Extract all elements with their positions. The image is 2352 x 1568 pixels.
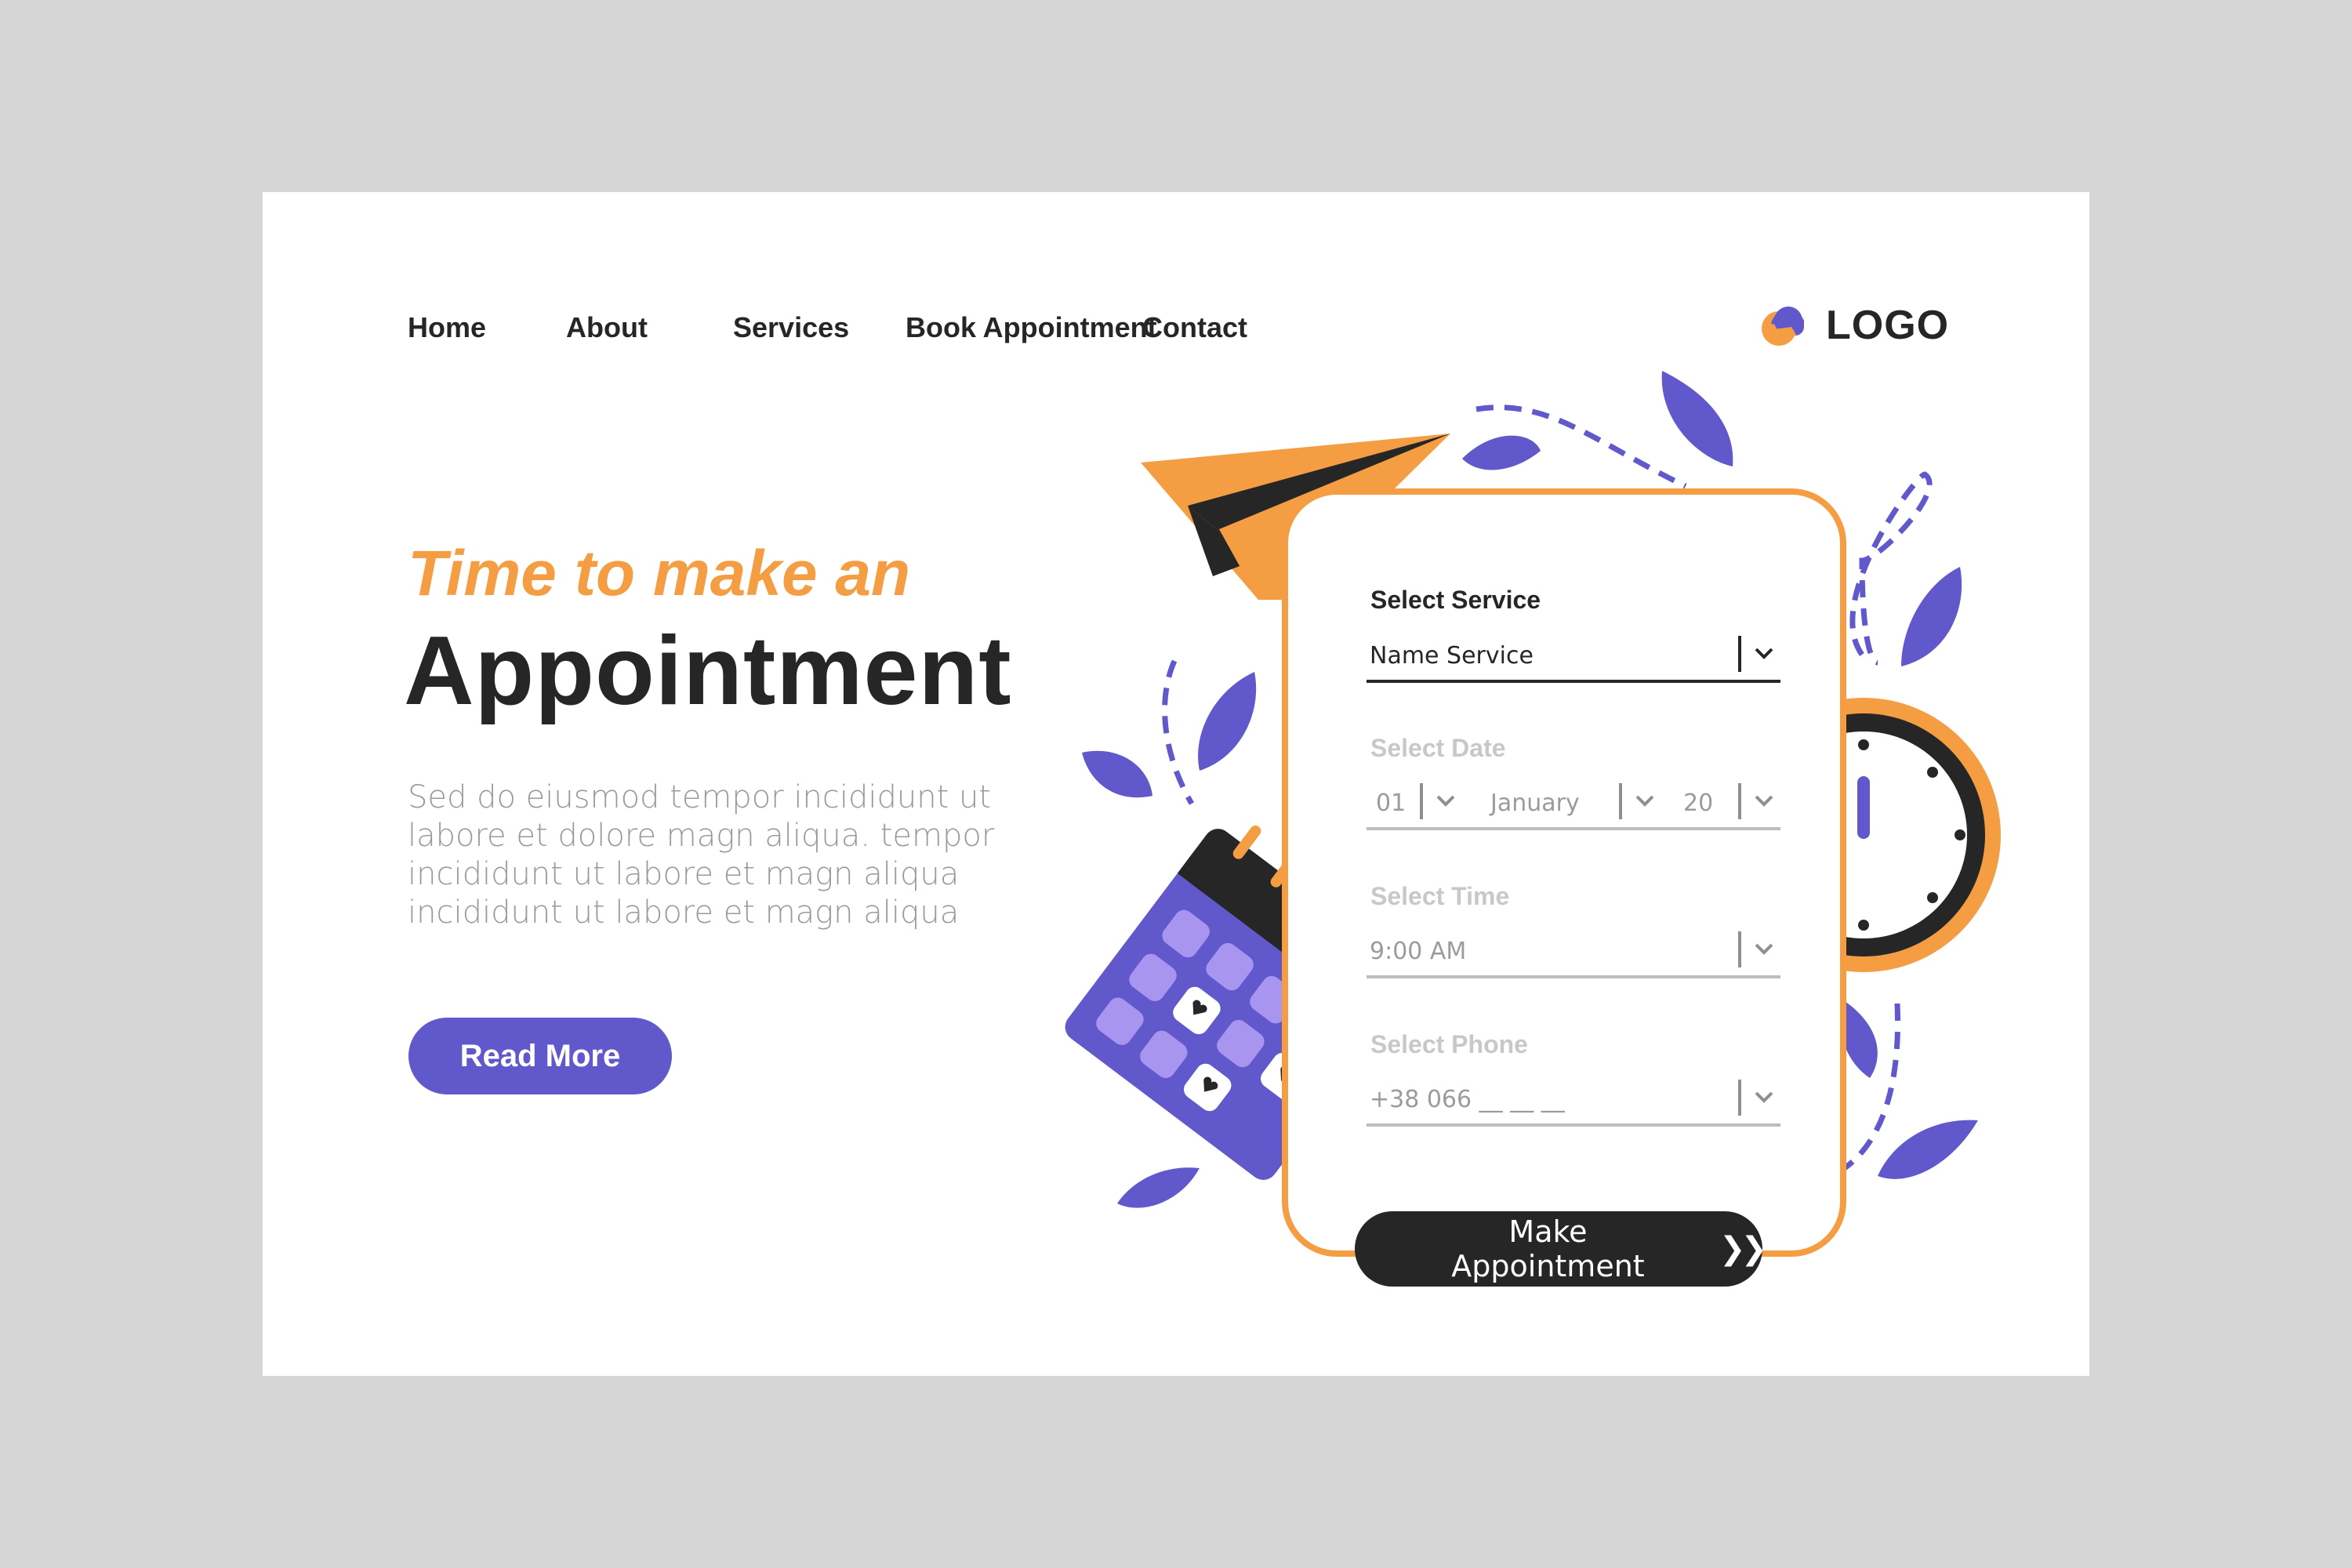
phone-input-value: +38 066 __ __ __ bbox=[1370, 1086, 1565, 1113]
logo-text: LOGO bbox=[1826, 303, 1950, 348]
hero-body-text: Sed do eiusmod tempor incididunt ut labo… bbox=[408, 779, 995, 931]
nav-contact[interactable]: Contact bbox=[1142, 304, 1247, 351]
select-divider bbox=[1420, 783, 1423, 819]
select-date-label: Select Date bbox=[1370, 734, 1506, 762]
hero-headline: Appointment bbox=[404, 617, 1012, 725]
read-more-button[interactable]: Read More bbox=[408, 1018, 672, 1094]
date-select: 01 January 20 bbox=[1367, 775, 1780, 830]
landing-page-card: Home About Services Book Appointment Con… bbox=[263, 192, 2089, 1376]
service-select-value: Name Service bbox=[1370, 642, 1534, 670]
nav-about[interactable]: About bbox=[566, 304, 648, 351]
select-divider bbox=[1738, 636, 1741, 672]
logo-mark-icon bbox=[1760, 303, 1804, 347]
phone-input[interactable]: +38 066 __ __ __ bbox=[1367, 1072, 1780, 1127]
chevron-down-icon bbox=[1755, 943, 1773, 955]
select-divider bbox=[1619, 783, 1622, 819]
select-service-label: Select Service bbox=[1370, 586, 1541, 614]
make-appointment-button[interactable]: Make Appointment ❯❯ bbox=[1355, 1211, 1767, 1287]
chevron-down-icon[interactable] bbox=[1754, 793, 1774, 808]
double-chevron-right-icon: ❯❯ bbox=[1719, 1231, 1767, 1267]
make-appointment-label: Make Appointment bbox=[1451, 1214, 1645, 1283]
chevron-down-icon bbox=[1755, 648, 1773, 659]
nav-services[interactable]: Services bbox=[733, 304, 849, 351]
select-phone-label: Select Phone bbox=[1370, 1030, 1528, 1058]
nav-home[interactable]: Home bbox=[408, 304, 486, 351]
select-divider bbox=[1738, 931, 1741, 967]
logo[interactable]: LOGO bbox=[1760, 294, 1949, 357]
appointment-form-panel: Select Service Name Service Select Date … bbox=[1282, 488, 1846, 1257]
hero-tagline: Time to make an bbox=[408, 538, 911, 609]
time-select[interactable]: 9:00 AM bbox=[1367, 924, 1780, 978]
nav-book-appointment[interactable]: Book Appointment bbox=[906, 304, 1157, 351]
date-year-value[interactable]: 20 bbox=[1683, 789, 1713, 817]
time-select-value: 9:00 AM bbox=[1370, 938, 1467, 965]
chevron-down-icon[interactable] bbox=[1635, 793, 1655, 808]
select-divider bbox=[1738, 1080, 1741, 1116]
select-divider bbox=[1738, 783, 1741, 819]
date-day-value[interactable]: 01 bbox=[1376, 789, 1406, 817]
chevron-down-icon[interactable] bbox=[1436, 793, 1456, 808]
chevron-down-icon bbox=[1755, 1091, 1773, 1103]
select-time-label: Select Time bbox=[1370, 882, 1510, 910]
date-month-value[interactable]: January bbox=[1490, 789, 1580, 817]
service-select[interactable]: Name Service bbox=[1367, 628, 1780, 683]
